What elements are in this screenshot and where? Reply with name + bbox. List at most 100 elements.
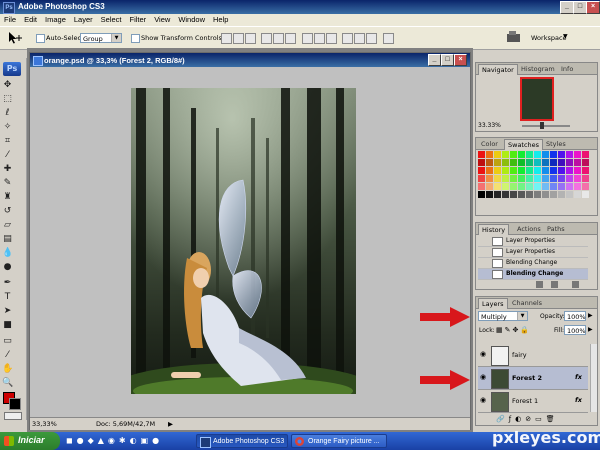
navigator-slider-handle[interactable] (540, 122, 544, 129)
color-swatch[interactable] (582, 167, 589, 174)
color-swatch[interactable] (566, 151, 573, 158)
show-transform-checkbox[interactable] (131, 34, 140, 43)
quick-launch-icons[interactable]: ◼●◆▲◉✱◐▣● (66, 436, 163, 445)
color-swatch[interactable] (502, 175, 509, 182)
color-swatch[interactable] (582, 175, 589, 182)
crop-tool-icon[interactable]: ⌗ (2, 136, 13, 147)
color-swatch[interactable] (510, 151, 517, 158)
swatch-grid[interactable] (478, 151, 590, 205)
color-swatch[interactable] (494, 159, 501, 166)
eraser-tool-icon[interactable]: ▱ (2, 220, 13, 231)
color-swatch[interactable] (550, 151, 557, 158)
color-swatch[interactable] (550, 167, 557, 174)
color-swatch[interactable] (494, 175, 501, 182)
align-hcenter-icon[interactable] (273, 33, 284, 44)
distribute-hcenter-icon[interactable] (354, 33, 365, 44)
notes-tool-icon[interactable]: ▭ (2, 336, 13, 347)
color-swatch[interactable] (502, 167, 509, 174)
color-swatch[interactable] (542, 167, 549, 174)
tab-histogram[interactable]: Histogram (518, 64, 558, 74)
blur-tool-icon[interactable]: 💧 (2, 248, 13, 259)
color-swatch[interactable] (542, 191, 549, 198)
color-swatch[interactable] (574, 167, 581, 174)
color-swatch[interactable] (542, 159, 549, 166)
quick-mask-icon[interactable] (4, 412, 22, 420)
color-swatch[interactable] (518, 159, 525, 166)
navigator-zoom[interactable]: 33.33% (478, 122, 501, 129)
color-swatch[interactable] (558, 191, 565, 198)
workspace-dropdown-icon[interactable]: ▼ (563, 33, 568, 40)
layers-scrollbar[interactable] (590, 344, 597, 412)
hand-tool-icon[interactable]: ✋ (2, 364, 13, 375)
history-item[interactable]: Blending Change (478, 258, 588, 269)
brush-tool-icon[interactable]: ✎ (2, 178, 13, 189)
blend-mode-dropdown[interactable]: Multiply ▼ (478, 311, 528, 321)
color-swatch[interactable] (518, 167, 525, 174)
lasso-tool-icon[interactable]: ℓ (2, 108, 13, 119)
taskbar-item-browser[interactable]: Orange Fairy picture ... (291, 434, 387, 448)
menu-file[interactable]: File (0, 14, 20, 24)
color-swatch[interactable] (486, 191, 493, 198)
color-swatch[interactable] (534, 151, 541, 158)
color-swatch[interactable] (558, 151, 565, 158)
color-swatch[interactable] (502, 191, 509, 198)
tab-channels[interactable]: Channels (509, 298, 545, 308)
color-swatch[interactable] (566, 183, 573, 190)
color-swatch[interactable] (574, 151, 581, 158)
color-swatch[interactable] (542, 151, 549, 158)
layer-row-selected[interactable]: ◉ Forest 2 fx (478, 367, 588, 390)
minimize-button[interactable]: _ (560, 1, 574, 14)
color-swatch[interactable] (534, 175, 541, 182)
color-swatch[interactable] (502, 183, 509, 190)
maximize-button[interactable]: □ (573, 1, 587, 14)
doc-close-button[interactable]: × (454, 54, 467, 66)
tab-actions[interactable]: Actions (514, 224, 544, 234)
layer-row[interactable]: ◉ Forest 1 fx (478, 390, 588, 413)
color-swatch[interactable] (550, 183, 557, 190)
align-bottom-icon[interactable] (245, 33, 256, 44)
color-swatch[interactable] (502, 151, 509, 158)
workspace-icon[interactable] (506, 30, 522, 44)
tab-info[interactable]: Info (558, 64, 576, 74)
color-swatch[interactable] (582, 191, 589, 198)
color-swatch[interactable] (550, 159, 557, 166)
pen-tool-icon[interactable]: ✒ (2, 278, 13, 289)
opacity-arrow-icon[interactable]: ▶ (588, 312, 593, 319)
color-swatch[interactable] (510, 183, 517, 190)
color-swatch[interactable] (582, 151, 589, 158)
distribute-left-icon[interactable] (342, 33, 353, 44)
color-swatch[interactable] (478, 159, 485, 166)
distribute-bottom-icon[interactable] (326, 33, 337, 44)
color-swatch[interactable] (510, 191, 517, 198)
color-swatch[interactable] (510, 175, 517, 182)
color-swatch[interactable] (478, 191, 485, 198)
color-swatch[interactable] (574, 191, 581, 198)
dodge-tool-icon[interactable]: ● (2, 262, 13, 273)
color-swatch[interactable] (518, 191, 525, 198)
history-item[interactable]: Layer Properties (478, 247, 588, 258)
layer-effects-icon[interactable]: fx (575, 396, 582, 404)
distribute-top-icon[interactable] (302, 33, 313, 44)
move-tool-icon[interactable]: ✥ (2, 80, 13, 91)
navigator-zoom-slider[interactable] (522, 125, 570, 127)
taskbar-item-photoshop[interactable]: Adobe Photoshop CS3 (196, 434, 288, 448)
color-swatch[interactable] (558, 167, 565, 174)
tab-layers[interactable]: Layers (478, 298, 508, 309)
tab-color[interactable]: Color (478, 139, 501, 149)
color-swatch[interactable] (494, 183, 501, 190)
color-swatch[interactable] (526, 151, 533, 158)
layer-row[interactable]: ◉ fairy (478, 344, 588, 367)
doc-maximize-button[interactable]: □ (441, 54, 454, 66)
align-left-icon[interactable] (261, 33, 272, 44)
color-swatch[interactable] (486, 183, 493, 190)
color-swatch[interactable] (558, 183, 565, 190)
color-swatch[interactable] (566, 191, 573, 198)
move-tool-icon[interactable] (6, 31, 24, 45)
color-swatch[interactable] (526, 183, 533, 190)
color-swatch[interactable] (494, 167, 501, 174)
color-swatch[interactable] (526, 175, 533, 182)
tab-navigator[interactable]: Navigator (478, 64, 518, 75)
color-swatch[interactable] (566, 159, 573, 166)
path-selection-tool-icon[interactable]: ➤ (2, 306, 13, 317)
color-swatch[interactable] (542, 183, 549, 190)
